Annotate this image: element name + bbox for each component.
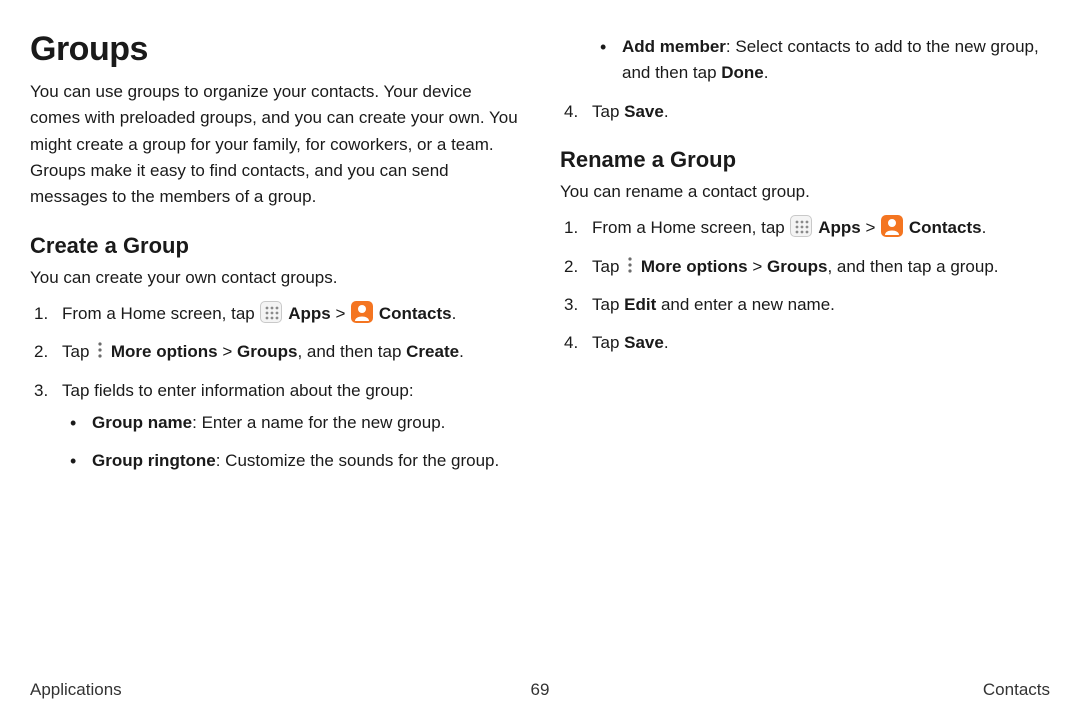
period: . [459,342,464,361]
create-group-intro: You can create your own contact groups. [30,265,520,291]
create-step-4: Tap Save. [560,99,1050,125]
rename-step-2: Tap More options > Groups, and then tap … [560,254,1050,280]
step-text: and enter a new name. [656,295,835,314]
chevron-text: > [865,218,880,237]
contacts-label: Contacts [379,304,452,323]
rename-step-3: Tap Edit and enter a new name. [560,292,1050,318]
rename-group-intro: You can rename a contact group. [560,179,1050,205]
step-text: From a Home screen, tap [62,304,259,323]
period: . [664,333,669,352]
bullet-add-member: Add member: Select contacts to add to th… [592,34,1050,87]
more-options-label: More options [111,342,218,361]
step-text: Tap [62,342,94,361]
step-text: Tap [592,102,624,121]
rename-steps-list: From a Home screen, tap Apps > Contacts.… [560,215,1050,356]
apps-label: Apps [818,218,861,237]
chevron-text: > [752,257,767,276]
groups-label: Groups [767,257,827,276]
groups-label: Groups [237,342,297,361]
group-ringtone-label: Group ringtone [92,451,216,470]
rename-step-4: Tap Save. [560,330,1050,356]
group-name-text: : Enter a name for the new group. [192,413,445,432]
period: . [982,218,987,237]
create-step-3: Tap fields to enter information about th… [30,378,520,475]
step-text: Tap [592,295,624,314]
page-title: Groups [30,30,520,69]
create-steps-list: From a Home screen, tap Apps > Contacts.… [30,301,520,475]
step-text: Tap [592,333,624,352]
create-step-1: From a Home screen, tap Apps > Contacts. [30,301,520,327]
apps-icon [260,301,282,323]
period: . [764,63,769,82]
edit-label: Edit [624,295,656,314]
contacts-icon [881,215,903,237]
step-text: , and then tap [297,342,406,361]
create-group-heading: Create a Group [30,233,520,259]
two-column-layout: Groups You can use groups to organize yo… [30,30,1050,660]
save-label: Save [624,102,664,121]
create-continued-bullets: Add member: Select contacts to add to th… [592,34,1050,87]
done-label: Done [721,63,764,82]
step-text: From a Home screen, tap [592,218,789,237]
create-step-3-bullets: Group name: Enter a name for the new gro… [62,410,520,475]
more-options-icon [625,255,635,275]
right-column: Add member: Select contacts to add to th… [560,30,1050,660]
intro-paragraph: You can use groups to organize your cont… [30,79,520,211]
more-options-label: More options [641,257,748,276]
create-step-2: Tap More options > Groups, and then tap … [30,339,520,365]
create-steps-continued: Tap Save. [560,99,1050,125]
period: . [664,102,669,121]
page-footer: Applications 69 Contacts [30,680,1050,700]
more-options-icon [95,340,105,360]
chevron-text: > [335,304,350,323]
chevron-text: > [222,342,237,361]
step-text: , and then tap a group. [827,257,998,276]
rename-step-1: From a Home screen, tap Apps > Contacts. [560,215,1050,241]
footer-page-number: 69 [30,680,1050,700]
create-label: Create [406,342,459,361]
group-name-label: Group name [92,413,192,432]
step-text: Tap [592,257,624,276]
apps-label: Apps [288,304,331,323]
add-member-label: Add member [622,37,726,56]
period: . [452,304,457,323]
bullet-group-ringtone: Group ringtone: Customize the sounds for… [62,448,520,474]
apps-icon [790,215,812,237]
contacts-icon [351,301,373,323]
left-column: Groups You can use groups to organize yo… [30,30,520,660]
save-label: Save [624,333,664,352]
rename-group-heading: Rename a Group [560,147,1050,173]
step-text: Tap fields to enter information about th… [62,381,414,400]
group-ringtone-text: : Customize the sounds for the group. [216,451,500,470]
bullet-group-name: Group name: Enter a name for the new gro… [62,410,520,436]
contacts-label: Contacts [909,218,982,237]
